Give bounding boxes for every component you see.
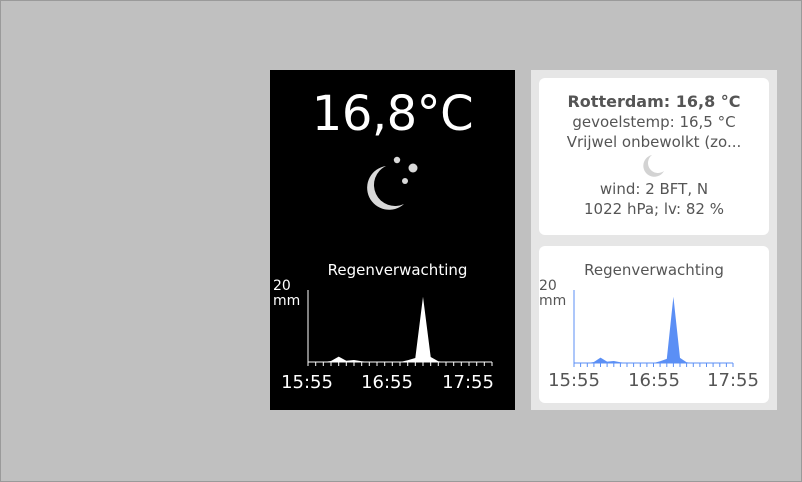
axis-unit-label: mm bbox=[539, 293, 566, 309]
time-label-start: 15:55 bbox=[281, 372, 333, 393]
time-label-mid: 16:55 bbox=[628, 370, 680, 391]
feels-like-temperature: gevoelstemp: 16,5 °C bbox=[572, 113, 736, 131]
rain-area bbox=[308, 296, 492, 362]
time-label-end: 17:55 bbox=[707, 370, 759, 391]
dark-weather-widget: 16,8°C Regenverwachting 20 mm 15:55 16:5… bbox=[270, 70, 515, 410]
axis-max-label: 20 bbox=[539, 278, 557, 294]
light-weather-panel: Rotterdam: 16,8 °C gevoelstemp: 16,5 °C … bbox=[531, 70, 777, 410]
axis-max-label: 20 bbox=[273, 278, 291, 294]
weather-info-card: Rotterdam: 16,8 °C gevoelstemp: 16,5 °C … bbox=[539, 78, 769, 235]
temperature-display: 16,8°C bbox=[311, 86, 474, 142]
condition-text: Vrijwel onbewolkt (zo... bbox=[566, 133, 742, 151]
moon-icon bbox=[356, 154, 426, 228]
time-label-mid: 16:55 bbox=[361, 372, 413, 393]
rain-chart-light: 20 mm 15:55 16:55 17:55 bbox=[539, 278, 759, 391]
rain-area bbox=[574, 296, 733, 363]
wind-text: wind: 2 BFT, N bbox=[599, 180, 709, 198]
location-temperature: Rotterdam: 16,8 °C bbox=[567, 92, 741, 111]
pressure-humidity-text: 1022 hPa; lv: 82 % bbox=[584, 200, 724, 218]
time-label-start: 15:55 bbox=[548, 370, 600, 391]
rain-forecast-card: Regenverwachting 20 mm 15:55 16:55 17:55 bbox=[539, 246, 769, 403]
axis-unit-label: mm bbox=[273, 293, 300, 309]
moon-icon bbox=[539, 153, 769, 179]
rain-chart-dark: 20 mm 15:55 16:55 17:55 bbox=[273, 278, 494, 393]
time-label-end: 17:55 bbox=[442, 372, 494, 393]
